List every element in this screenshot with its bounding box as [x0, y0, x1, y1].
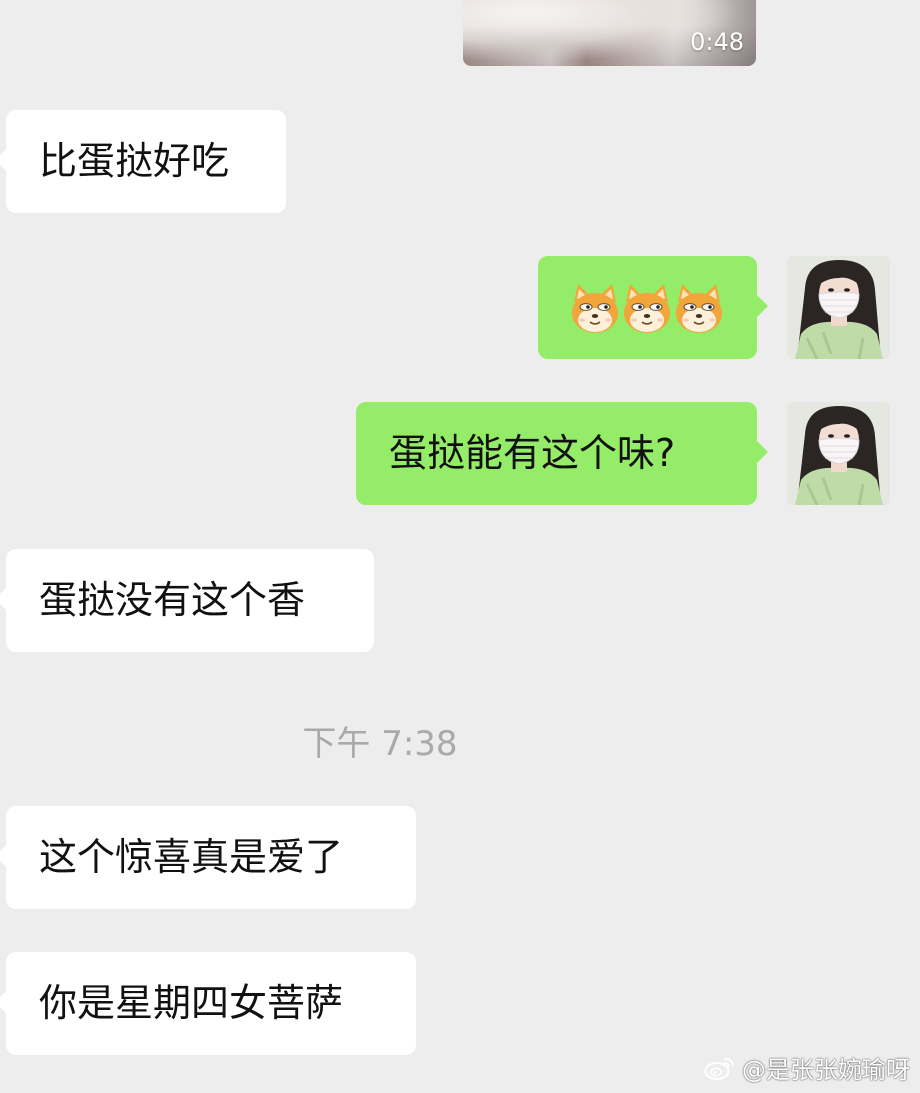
message-bubble-received[interactable]: 你是星期四女菩萨: [0, 952, 416, 1055]
doge-icon: [624, 284, 670, 333]
message-bubble-received[interactable]: 这个惊喜真是爱了: [0, 806, 416, 909]
message-bubble-received[interactable]: 蛋挞没有这个香: [0, 549, 374, 652]
video-duration: 0:48: [690, 28, 744, 56]
message-text: 这个惊喜真是爱了: [39, 835, 344, 879]
weibo-icon: [704, 1057, 734, 1080]
message-text: 蛋挞没有这个香: [39, 578, 306, 622]
avatar[interactable]: [787, 256, 890, 359]
message-text: 蛋挞能有这个味?: [389, 431, 676, 475]
message-text: 比蛋挞好吃: [39, 139, 230, 183]
doge-icon: [572, 284, 618, 333]
message-text: 你是星期四女菩萨: [39, 981, 344, 1025]
video-message[interactable]: 0:48: [463, 0, 756, 66]
message-bubble-sent-emoji[interactable]: [538, 256, 768, 359]
message-bubble-sent[interactable]: 蛋挞能有这个味?: [356, 402, 768, 505]
weibo-watermark: @是张张婉瑜呀: [704, 1050, 910, 1085]
avatar[interactable]: [787, 402, 890, 505]
chat-timestamp: 下午 7:38: [302, 724, 458, 764]
watermark-text: @是张张婉瑜呀: [742, 1056, 910, 1084]
message-bubble-received[interactable]: 比蛋挞好吃: [0, 110, 286, 213]
doge-icon: [676, 284, 722, 333]
